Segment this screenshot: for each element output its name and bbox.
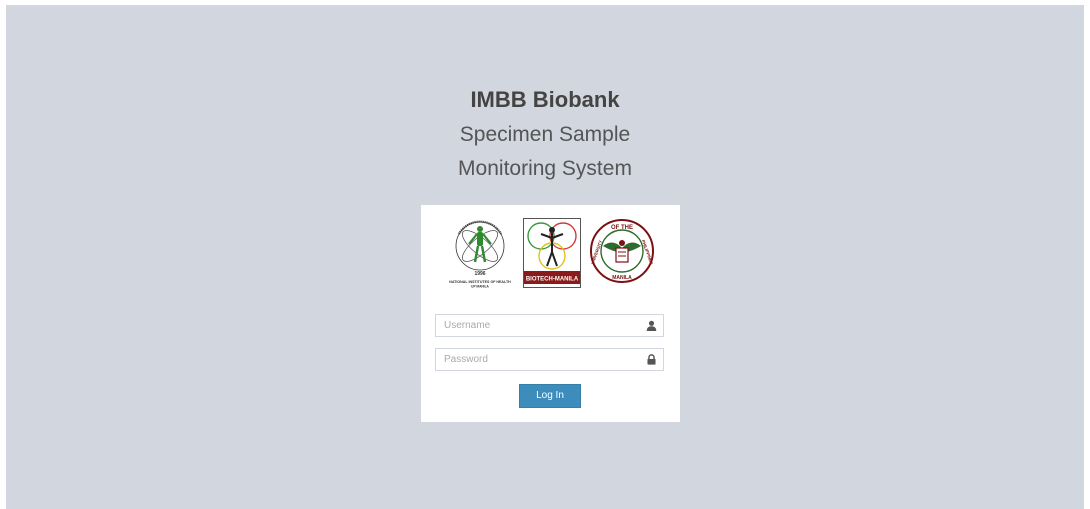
logo-row: 1996 NATIONAL INSTITUTES OF HEALTH UP MA… xyxy=(447,218,655,290)
up-seal-text-bottom: MANILA xyxy=(612,275,632,281)
password-input[interactable] xyxy=(436,349,644,370)
password-field[interactable] xyxy=(435,348,664,371)
app-subtitle-line2: Monitoring System xyxy=(458,157,632,180)
user-icon xyxy=(646,320,657,331)
app-subtitle-line1: Specimen Sample xyxy=(459,123,631,146)
app-title: IMBB Biobank xyxy=(470,87,620,112)
username-input[interactable] xyxy=(436,315,644,336)
nih-logo: 1996 NATIONAL INSTITUTES OF HEALTH UP MA… xyxy=(449,220,511,289)
biotech-manila-logo: BIOTECH-MANILA xyxy=(523,218,581,288)
nih-name-line2: UP MANILA xyxy=(471,285,489,289)
login-page: IMBB Biobank Specimen Sample Monitoring … xyxy=(6,5,1084,509)
up-manila-seal-logo: OF THE UNIVERSITY PHILIPPINES MANILA xyxy=(590,219,654,283)
up-seal-text-top: OF THE xyxy=(611,225,633,231)
login-box: 1996 NATIONAL INSTITUTES OF HEALTH UP MA… xyxy=(421,205,680,422)
biotech-label: BIOTECH-MANILA xyxy=(526,277,579,283)
nih-year: 1996 xyxy=(474,271,485,277)
lock-icon xyxy=(647,354,656,365)
login-button[interactable]: Log In xyxy=(519,384,581,408)
nih-name-line1: NATIONAL INSTITUTES OF HEALTH xyxy=(449,280,511,284)
username-field[interactable] xyxy=(435,314,664,337)
